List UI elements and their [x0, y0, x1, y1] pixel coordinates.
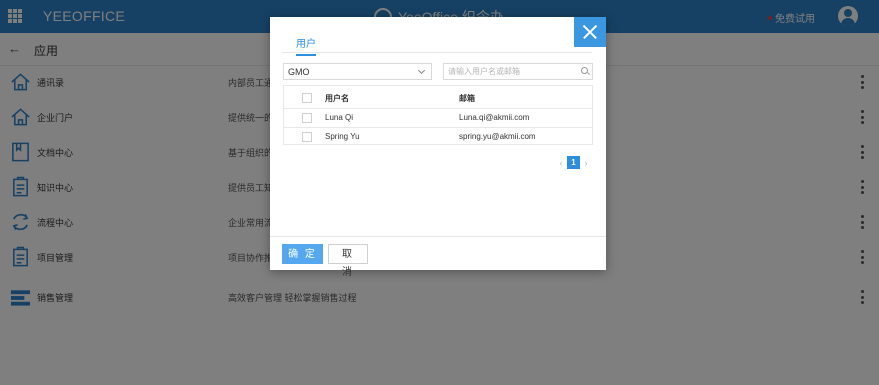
organization-select[interactable]: GMO	[283, 63, 432, 80]
next-page-icon[interactable]: ›	[583, 158, 589, 168]
user-search-input[interactable]	[448, 65, 574, 78]
organization-select-value: GMO	[288, 67, 310, 77]
table-header-row: 用户名 邮箱	[284, 86, 592, 109]
tab-users[interactable]: 用户	[296, 35, 316, 56]
username-cell: Luna Qi	[325, 113, 354, 122]
table-row[interactable]: Luna Qi Luna.qi@akmii.com	[284, 108, 592, 128]
confirm-button[interactable]: 确 定	[282, 244, 323, 264]
page-number-current[interactable]: 1	[567, 156, 580, 169]
chevron-down-icon	[417, 66, 426, 75]
user-table: 用户名 邮箱 Luna Qi Luna.qi@akmii.com Spring …	[283, 85, 593, 145]
cancel-button[interactable]: 取 消	[328, 244, 368, 278]
email-cell: spring.yu@akmii.com	[459, 132, 536, 141]
dialog-tabs: 用户	[282, 35, 592, 56]
column-header-email: 邮箱	[459, 94, 475, 103]
row-checkbox[interactable]	[302, 132, 312, 142]
prev-page-icon[interactable]: ‹	[558, 158, 564, 168]
user-search-box[interactable]	[443, 63, 593, 80]
pagination: ‹ 1 ›	[558, 156, 589, 169]
dialog-footer: 确 定 取 消	[270, 236, 606, 278]
row-checkbox[interactable]	[302, 113, 312, 123]
table-row[interactable]: Spring Yu spring.yu@akmii.com	[284, 127, 592, 146]
email-cell: Luna.qi@akmii.com	[459, 113, 530, 122]
column-header-username: 用户名	[325, 94, 349, 103]
search-icon[interactable]	[581, 67, 588, 74]
select-all-checkbox[interactable]	[302, 93, 312, 103]
select-user-dialog: 用户 GMO 用户名 邮箱 Luna Qi Luna.qi@akmii.com …	[270, 17, 606, 278]
username-cell: Spring Yu	[325, 132, 360, 141]
